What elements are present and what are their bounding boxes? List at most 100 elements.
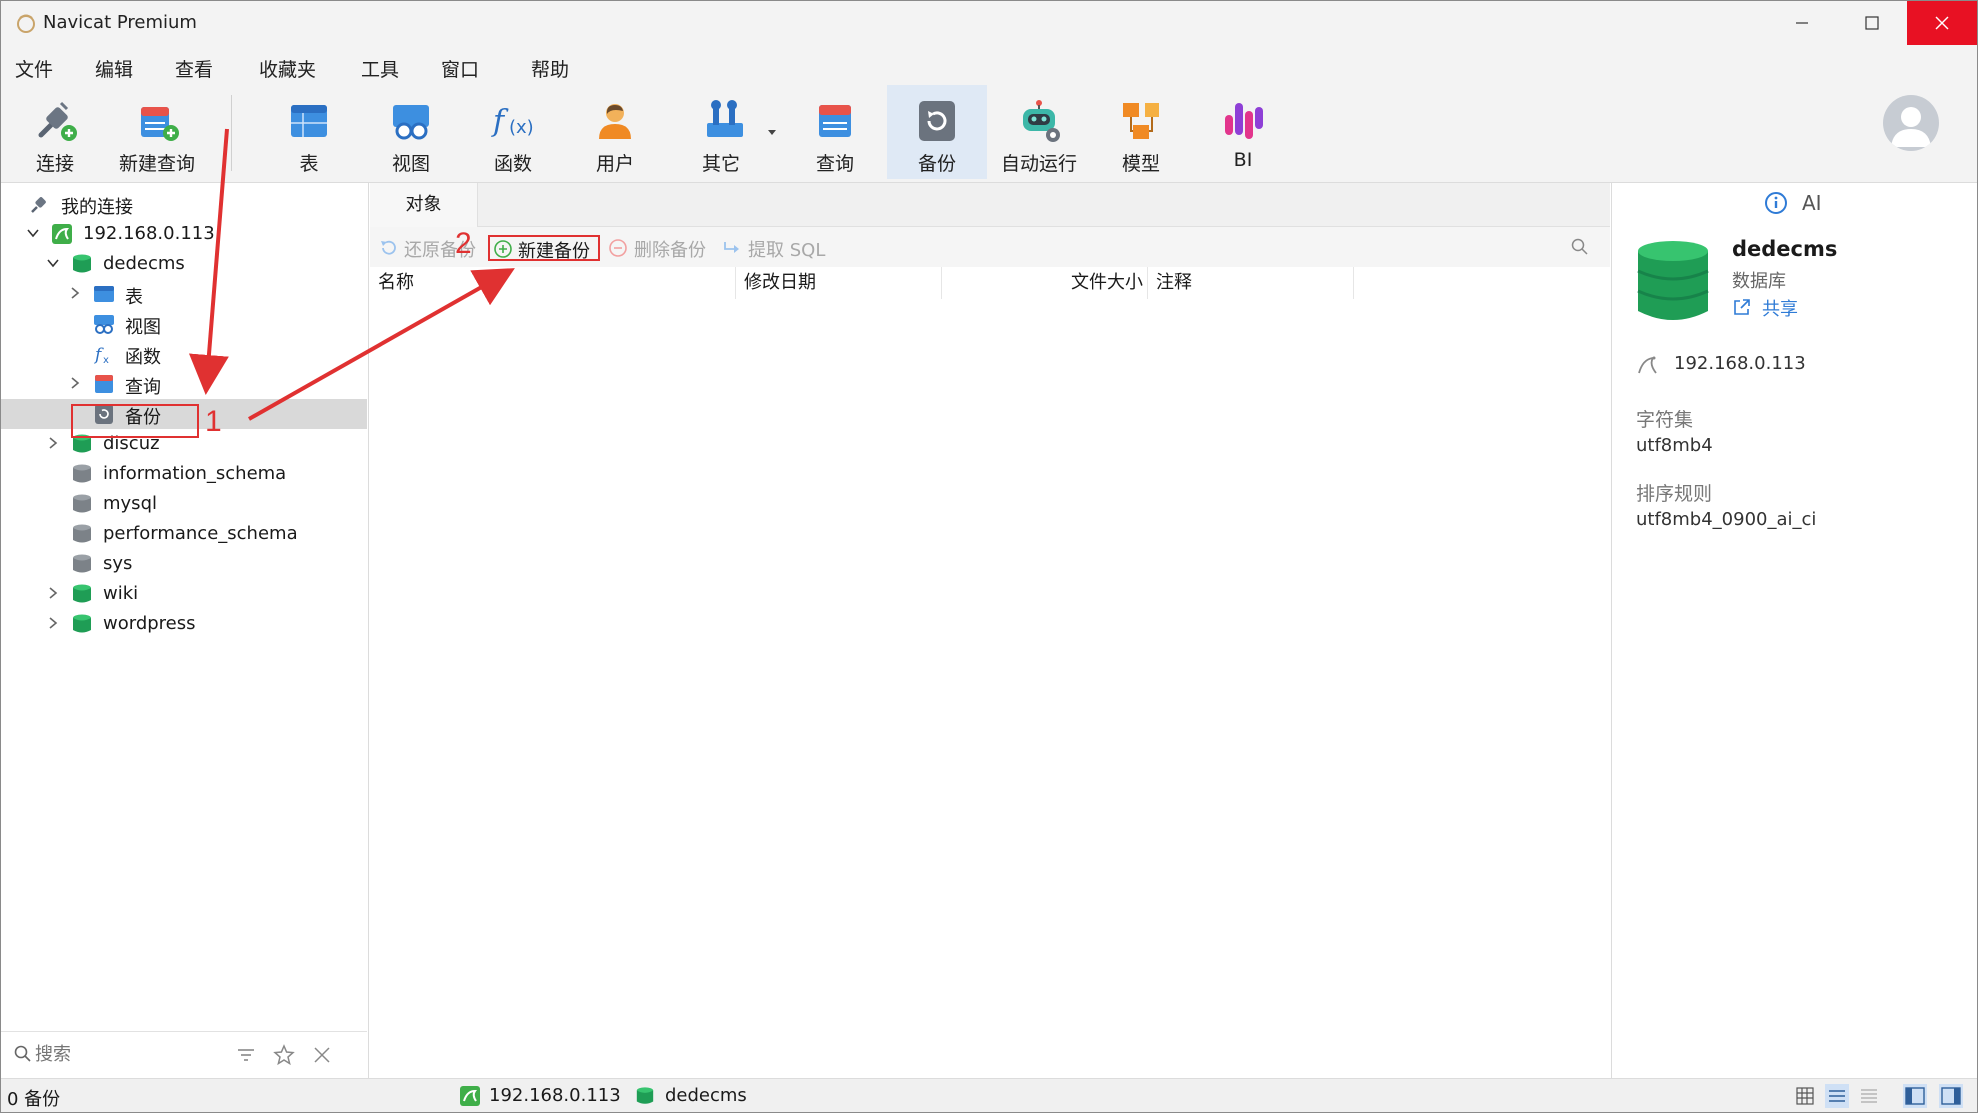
chevron-right-icon[interactable] [45, 585, 61, 601]
query-button[interactable]: 查询 [785, 85, 885, 179]
function-label: 函数 [493, 153, 532, 175]
table-button[interactable]: 表 [259, 85, 359, 179]
svg-text:x: x [103, 355, 109, 365]
tree-db-sys[interactable]: sys [1, 549, 367, 579]
automation-button[interactable]: 自动运行 [989, 85, 1089, 179]
menu-tools[interactable]: 工具 [361, 55, 399, 82]
chevron-down-icon[interactable] [45, 255, 61, 271]
connect-button[interactable]: 连接 [5, 85, 105, 179]
query-icon [95, 375, 113, 393]
tree-label: wiki [103, 583, 139, 604]
view-button[interactable]: 视图 [361, 85, 461, 179]
tree-db-information-schema[interactable]: information_schema [1, 459, 367, 489]
table-label: 表 [299, 153, 319, 175]
navicat-window: Navicat Premium 文件 编辑 查看 收藏夹 工具 窗口 帮助 连接… [0, 0, 1978, 1113]
backup-button[interactable]: 备份 [887, 85, 987, 179]
user-button[interactable]: 用户 [565, 85, 665, 179]
database-icon [73, 524, 91, 543]
chevron-right-icon[interactable] [45, 435, 61, 451]
tree-label: 视图 [125, 317, 161, 338]
tab-strip: 对象 [370, 183, 1610, 227]
new-backup-button[interactable]: 新建备份 [488, 235, 600, 262]
filter-icon[interactable] [235, 1044, 257, 1066]
tree-item-tables[interactable]: 表 [1, 279, 367, 309]
tree-label: 我的连接 [61, 197, 133, 218]
host-address: 192.168.0.113 [1674, 353, 1806, 374]
delete-backup-button[interactable]: 删除备份 [608, 235, 716, 261]
connect-label: 连接 [35, 153, 74, 175]
extract-sql-button[interactable]: 提取 SQL [722, 235, 832, 261]
new-query-label: 新建查询 [118, 153, 195, 175]
other-label: 其它 [701, 153, 740, 175]
ai-button[interactable]: AI [1802, 191, 1822, 215]
chevron-right-icon[interactable] [45, 615, 61, 631]
model-button[interactable]: 模型 [1091, 85, 1191, 179]
backup-icon [95, 404, 113, 424]
plug-icon [38, 101, 77, 141]
info-icon[interactable] [1764, 191, 1788, 215]
charset-value: utf8mb4 [1636, 435, 1713, 456]
maximize-button[interactable] [1837, 1, 1907, 45]
tree-item-queries[interactable]: 查询 [1, 369, 367, 399]
tree-label: 192.168.0.113 [83, 223, 215, 244]
other-button[interactable]: 其它 [673, 85, 777, 179]
tree-db-wordpress[interactable]: wordpress [1, 609, 367, 639]
tree-label: information_schema [103, 463, 287, 484]
search-icon [14, 1045, 31, 1062]
bi-button[interactable]: BI [1193, 85, 1293, 179]
menu-file[interactable]: 文件 [15, 55, 53, 82]
chevron-right-icon[interactable] [67, 285, 83, 301]
tree-db-performance-schema[interactable]: performance_schema [1, 519, 367, 549]
tree-connection[interactable]: 192.168.0.113 [1, 219, 367, 249]
menu-favorites[interactable]: 收藏夹 [259, 55, 316, 82]
tree-root-my-connections[interactable]: 我的连接 [1, 189, 367, 219]
tree-db-dedecms[interactable]: dedecms [1, 249, 367, 279]
close-button[interactable] [1907, 1, 1977, 45]
tree-db-discuz[interactable]: discuz [1, 429, 367, 459]
toggle-left-panel-icon[interactable] [1903, 1084, 1927, 1108]
tree-db-wiki[interactable]: wiki [1, 579, 367, 609]
model-icon [1123, 103, 1159, 139]
tree-search-input[interactable] [35, 1042, 215, 1066]
menu-edit[interactable]: 编辑 [95, 55, 133, 82]
share-icon[interactable] [1732, 297, 1752, 317]
info-panel: AI dedecms 数据库 共享 192.168.0.113 字符集 utf8… [1611, 183, 1977, 1078]
chevron-down-icon[interactable] [25, 225, 41, 241]
status-bar: 0 备份 192.168.0.113 dedecms [1, 1078, 1977, 1112]
minimize-button[interactable] [1767, 1, 1837, 45]
tree-item-backups[interactable]: 备份 [1, 399, 367, 429]
function-icon: f (x) [491, 104, 534, 139]
menu-view[interactable]: 查看 [175, 55, 213, 82]
share-link[interactable]: 共享 [1762, 295, 1798, 321]
new-query-button[interactable]: 新建查询 [107, 85, 207, 179]
dropdown-arrow-icon[interactable] [767, 129, 777, 137]
account-avatar[interactable] [1883, 95, 1939, 151]
backup-toolbar: 还原备份 新建备份 删除备份 提取 SQL [370, 227, 1610, 267]
column-modified-date[interactable]: 修改日期 [736, 267, 942, 299]
database-icon [73, 614, 91, 633]
bi-label: BI [1233, 149, 1253, 171]
tree-db-mysql[interactable]: mysql [1, 489, 367, 519]
grid-view-icon[interactable] [1795, 1086, 1815, 1106]
view-label: 视图 [391, 153, 430, 175]
column-file-size[interactable]: 文件大小 [942, 267, 1148, 299]
column-name[interactable]: 名称 [370, 267, 736, 299]
star-icon[interactable] [273, 1044, 295, 1066]
tree-item-views[interactable]: 视图 [1, 309, 367, 339]
menu-window[interactable]: 窗口 [441, 55, 479, 82]
database-icon [636, 1087, 654, 1104]
chevron-right-icon[interactable] [67, 375, 83, 391]
tab-objects[interactable]: 对象 [370, 183, 478, 227]
list-view-icon[interactable] [1825, 1084, 1849, 1108]
tree-item-functions[interactable]: f x 函数 [1, 339, 367, 369]
detail-view-icon[interactable] [1859, 1086, 1879, 1106]
collapse-icon[interactable] [311, 1044, 333, 1066]
user-label: 用户 [595, 153, 634, 175]
tree-label: performance_schema [103, 523, 298, 544]
menu-help[interactable]: 帮助 [531, 55, 569, 82]
restore-icon [381, 240, 396, 255]
search-icon[interactable] [1570, 237, 1590, 257]
toggle-right-panel-icon[interactable] [1939, 1084, 1963, 1108]
function-button[interactable]: f (x) 函数 [463, 85, 563, 179]
column-comment[interactable]: 注释 [1148, 267, 1354, 299]
